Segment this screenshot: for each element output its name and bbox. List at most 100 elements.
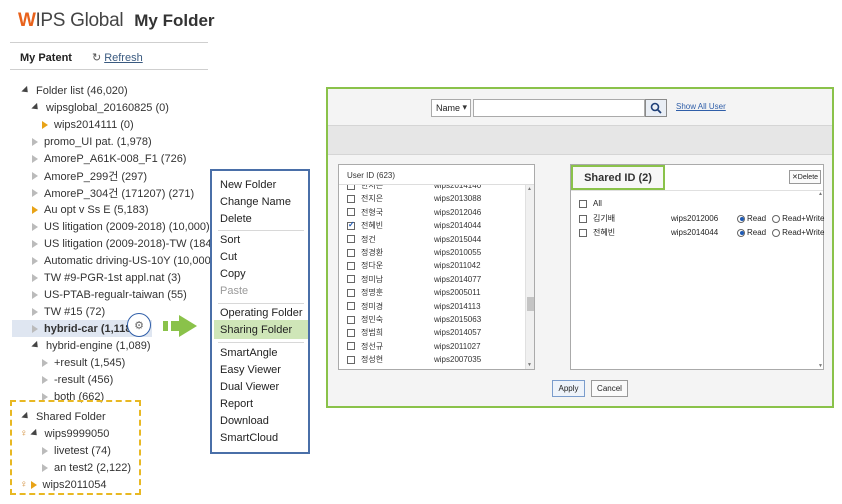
collapsed-triangle-icon[interactable] — [42, 375, 48, 384]
menu-item-copy[interactable]: Copy — [220, 268, 246, 280]
refresh-button[interactable]: ↻ Refresh — [92, 51, 143, 65]
tree-item[interactable]: Folder list (46,020) — [21, 82, 128, 99]
collapsed-triangle-icon[interactable] — [32, 290, 38, 299]
search-button[interactable] — [645, 99, 667, 117]
menu-item-change-name[interactable]: Change Name — [220, 196, 291, 208]
apply-button[interactable]: Apply — [552, 380, 585, 397]
read-radio[interactable] — [737, 214, 745, 223]
menu-item-dual-viewer[interactable]: Dual Viewer — [220, 381, 279, 393]
tree-item[interactable]: Au opt v Ss E (5,183) — [32, 201, 149, 218]
menu-item-paste[interactable]: Paste — [220, 285, 248, 297]
collapsed-triangle-icon[interactable] — [32, 171, 38, 180]
user-checkbox[interactable] — [347, 261, 355, 270]
user-checkbox[interactable] — [347, 342, 355, 351]
expanded-triangle-icon[interactable] — [21, 85, 31, 96]
collapsed-triangle-icon[interactable] — [32, 154, 38, 163]
scroll-thumb[interactable] — [527, 297, 534, 311]
gear-icon[interactable]: ⚙ — [127, 313, 151, 337]
collapsed-triangle-icon[interactable] — [32, 256, 38, 265]
user-checkbox[interactable] — [347, 288, 355, 297]
cancel-button[interactable]: Cancel — [591, 380, 628, 397]
tree-item[interactable]: US litigation (2009-2018)-TW (184) — [32, 235, 215, 252]
search-field-select[interactable]: Name ▾ — [431, 99, 471, 117]
menu-item-operating-folder[interactable]: Operating Folder — [220, 307, 303, 319]
tab-my-patent[interactable]: My Patent — [20, 52, 72, 64]
scroll-down-icon[interactable]: ▼ — [527, 362, 532, 368]
menu-item-smartcloud[interactable]: SmartCloud — [220, 432, 278, 444]
delete-button[interactable]: ✕Delete — [789, 170, 821, 184]
expanded-triangle-icon[interactable] — [31, 340, 41, 351]
collapsed-triangle-icon[interactable] — [32, 137, 38, 146]
shared-checkbox[interactable] — [579, 228, 587, 237]
user-checkbox[interactable] — [347, 355, 355, 364]
read-write-radio[interactable] — [772, 228, 781, 237]
user-list-scrollbar[interactable]: ▲ ▼ — [525, 185, 534, 369]
scroll-down-icon[interactable]: ▼ — [818, 363, 823, 369]
user-checkbox[interactable] — [347, 194, 355, 203]
user-row[interactable]: 정미남 wips2014077 — [347, 273, 481, 286]
menu-item-smartangle[interactable]: SmartAngle — [220, 347, 277, 359]
menu-item-report[interactable]: Report — [220, 398, 253, 410]
collapsed-triangle-icon[interactable] — [32, 273, 38, 282]
collapsed-triangle-icon[interactable] — [42, 120, 48, 129]
user-checkbox[interactable] — [347, 185, 355, 190]
scroll-up-icon[interactable]: ▲ — [527, 186, 532, 192]
user-row[interactable]: 정선규 wips2011027 — [347, 340, 481, 353]
user-checkbox[interactable] — [347, 328, 355, 337]
user-row[interactable]: 정건 wips2015044 — [347, 233, 481, 246]
expanded-triangle-icon[interactable] — [31, 102, 41, 113]
tree-item[interactable]: AmoreP_299건 (297) — [32, 167, 147, 184]
tree-item[interactable]: -result (456) — [42, 371, 113, 388]
menu-item-easy-viewer[interactable]: Easy Viewer — [220, 364, 281, 376]
tree-item[interactable]: US litigation (2009-2018) (10,000) — [32, 218, 210, 235]
user-checkbox[interactable] — [347, 275, 355, 284]
tree-item[interactable]: US-PTAB-regualr-taiwan (55) — [32, 286, 187, 303]
menu-item-delete[interactable]: Delete — [220, 213, 252, 225]
shared-checkbox[interactable] — [579, 214, 587, 223]
collapsed-triangle-icon[interactable] — [32, 307, 38, 316]
tree-item[interactable]: wipsglobal_20160825 (0) — [31, 99, 169, 116]
search-input[interactable] — [473, 99, 645, 117]
tree-item[interactable]: AmoreP_304건 (171207) (271) — [32, 184, 194, 201]
collapsed-triangle-icon[interactable] — [32, 205, 38, 214]
menu-item-sharing-folder[interactable]: Sharing Folder — [220, 324, 292, 336]
shared-list-scrollbar[interactable]: ▲ ▼ — [818, 191, 824, 369]
tree-item[interactable]: Automatic driving-US-10Y (10,000) — [32, 252, 214, 269]
collapsed-triangle-icon[interactable] — [32, 222, 38, 231]
tree-item[interactable]: +result (1,545) — [42, 354, 125, 371]
menu-item-cut[interactable]: Cut — [220, 251, 237, 263]
tree-item[interactable]: AmoreP_A61K-008_F1 (726) — [32, 150, 186, 167]
user-row[interactable]: 정미경 wips2014113 — [347, 300, 481, 313]
select-all-checkbox[interactable] — [579, 199, 587, 208]
user-row[interactable]: 정경환 wips2010055 — [347, 246, 481, 259]
user-checkbox[interactable] — [347, 315, 355, 324]
user-row[interactable]: 정민숙 wips2015063 — [347, 313, 481, 326]
user-row[interactable]: 정다운 wips2011042 — [347, 259, 481, 272]
collapsed-triangle-icon[interactable] — [42, 358, 48, 367]
user-row[interactable]: 정성현 wips2007035 — [347, 353, 481, 366]
user-row[interactable]: 정범희 wips2014057 — [347, 326, 481, 339]
user-row[interactable]: 한지은 wips2014140 — [347, 185, 481, 192]
user-checkbox[interactable] — [347, 220, 355, 230]
user-checkbox[interactable] — [347, 302, 355, 311]
menu-item-download[interactable]: Download — [220, 415, 269, 427]
scroll-up-icon[interactable]: ▲ — [818, 191, 823, 197]
user-row[interactable]: 전형국 wips2012046 — [347, 206, 481, 219]
collapsed-triangle-icon[interactable] — [32, 188, 38, 197]
read-radio[interactable] — [737, 228, 745, 237]
user-row[interactable]: 전지은 wips2013088 — [347, 192, 481, 205]
tree-item[interactable]: promo_UI pat. (1,978) — [32, 133, 152, 150]
collapsed-triangle-icon[interactable] — [32, 239, 38, 248]
tree-item[interactable]: TW #15 (72) — [32, 303, 105, 320]
menu-item-sort[interactable]: Sort — [220, 234, 240, 246]
tree-item[interactable]: TW #9-PGR-1st appl.nat (3) — [32, 269, 181, 286]
tree-item[interactable]: wips2014111 (0) — [42, 116, 134, 133]
read-write-radio[interactable] — [772, 214, 781, 223]
user-checkbox[interactable] — [347, 208, 355, 217]
user-checkbox[interactable] — [347, 235, 355, 244]
collapsed-triangle-icon[interactable] — [32, 324, 38, 333]
tree-item[interactable]: hybrid-engine (1,089) — [31, 337, 151, 354]
user-row[interactable]: 정명훈 wips2005011 — [347, 286, 481, 299]
user-row[interactable]: 전혜빈 wips2014044 — [347, 219, 481, 232]
menu-item-new-folder[interactable]: New Folder — [220, 179, 276, 191]
